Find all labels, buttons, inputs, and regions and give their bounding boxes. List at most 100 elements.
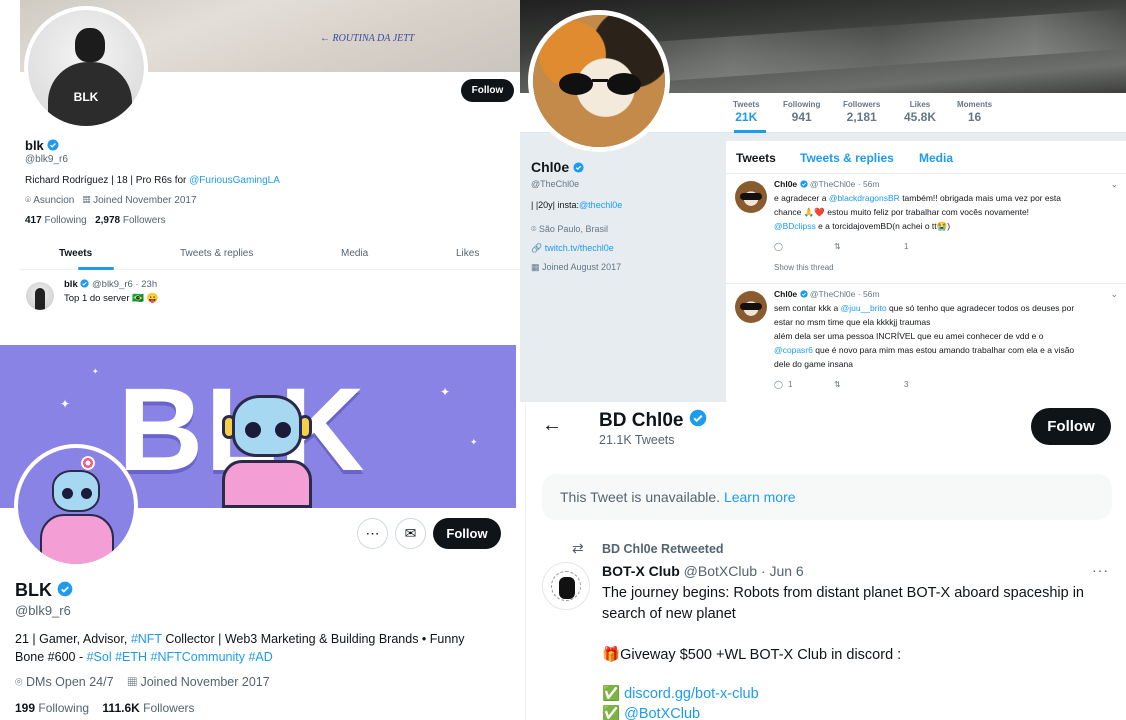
mention-link[interactable]: @BDclipss [774,221,816,231]
stat-likes[interactable]: Likes 45.8K [904,100,936,124]
tweet-author-handle: @TheChl0e [809,179,856,189]
stat-followers[interactable]: Followers 2,181 [843,100,880,124]
follow-button[interactable]: Follow [461,79,514,102]
learn-more-link[interactable]: Learn more [724,489,796,505]
mention-link[interactable]: @copasr6 [774,345,813,355]
avatar-text: BLK [73,90,99,104]
following-count: 417 [25,215,42,226]
calendar-icon: ▦ [82,195,91,206]
followers-link[interactable]: 2,978 Followers [95,215,166,226]
tweet-text: search of new planet [602,606,736,622]
chevron-down-icon[interactable]: ⌄ [1110,289,1118,300]
tab-tweets-replies[interactable]: Tweets & replies [180,248,253,259]
tweet-text: que é novo para mim mas estou amando tra… [812,345,1075,355]
website-row: 🔗 twitch.tv/thechl0e [531,243,614,254]
location-icon: ⌾ [15,675,23,689]
tweet-text: além dela ser uma pessoa INCRÍVEL que eu… [774,331,1044,341]
chevron-down-icon[interactable]: ⌄ [1110,179,1118,190]
tweet-author-name[interactable]: BOT-X Club [602,563,680,579]
like-count[interactable]: 3 [904,380,908,389]
profile-avatar[interactable]: BLK [24,6,148,130]
more-options-icon[interactable]: ⋯ [357,518,388,549]
following-link[interactable]: 199 Following [15,701,89,715]
tweet-author-name[interactable]: blk [64,279,78,290]
stat-label: Following [783,100,821,109]
reply-count[interactable]: 1 [788,380,792,389]
reply-icon[interactable]: ◯ [774,242,783,251]
tweet-time[interactable]: · 56m [858,179,880,189]
follow-button[interactable]: Follow [433,518,501,549]
hashtag-link[interactable]: #NFT [131,632,162,646]
profile-avatar[interactable] [528,10,670,152]
hashtag-links[interactable]: #Sol #ETH #NFTCommunity #AD [87,650,273,664]
tweet-time[interactable]: · Jun 6 [761,563,804,579]
show-thread-link[interactable]: Show this thread [774,263,834,272]
discord-link[interactable]: discord.gg/bot-x-club [624,686,759,702]
handle: @blk9_r6 [15,603,71,618]
tab-media[interactable]: Media [919,151,953,165]
stat-tweets[interactable]: Tweets 21K [733,100,760,124]
retweet-icon[interactable]: ⇅ [834,242,841,251]
tweet-author-name[interactable]: Chl0e [774,289,797,299]
tweet-text: Giveway $500 +WL BOT-X Club in discord : [620,647,902,663]
tweet-author-handle: @TheChl0e [809,289,856,299]
tab-likes[interactable]: Likes [456,248,479,259]
tweet-text-line: sem contar kkk a @juu__brito que só tenh… [774,303,1074,313]
mention-link[interactable]: @juu__brito [841,303,887,313]
website-link[interactable]: twitch.tv/thechl0e [545,243,614,253]
follow-button[interactable]: Follow [1031,408,1111,445]
display-name-text: BD Chl0e [599,410,684,431]
tweet-avatar[interactable] [735,181,767,213]
active-stat-indicator [734,130,766,133]
retweeted-by-label[interactable]: BD Chl0e Retweeted [602,542,724,556]
tweet-text-line: dele do game insana [774,359,853,369]
bio-text: Collector | Web3 Marketing & Building Br… [161,632,465,646]
display-name-text: Chl0e [531,159,570,175]
stat-value: 941 [791,110,812,124]
tweet-avatar[interactable] [542,562,590,610]
tweet-author-name[interactable]: Chl0e [774,179,797,189]
mention-link[interactable]: @blackdragonsBR [829,193,900,203]
tweet-avatar[interactable] [26,282,54,310]
tweet-avatar[interactable] [735,291,767,323]
tab-tweets-replies[interactable]: Tweets & replies [800,151,894,165]
reply-icon[interactable]: ◯ [774,380,783,389]
tweet-time[interactable]: · 23h [135,279,157,290]
gift-icon: 🎁 [602,647,621,663]
bio-mention-link[interactable]: @FuriousGamingLA [189,175,280,186]
following-link[interactable]: 417 Following [25,215,87,226]
profile-meta: ⌾ DMs Open 24/7 ▦ Joined November 2017 [15,675,270,690]
like-count[interactable]: 1 [904,242,908,251]
stat-label: Moments [957,100,993,109]
bio-mention-link[interactable]: @thechl0e [579,200,622,210]
stat-label: Likes [909,100,931,109]
tab-tweets[interactable]: Tweets [736,151,776,165]
tab-media[interactable]: Media [341,248,368,259]
profile-avatar[interactable] [14,444,138,568]
bio-text: 21 | Gamer, Advisor, [15,632,131,646]
stat-label: Followers [843,100,881,109]
followers-label: Followers [143,701,195,715]
tweet-item[interactable]: Chl0e @TheChl0e · 56m ⌄ e agradecer a @b… [726,175,1126,284]
tweet-time[interactable]: · 56m [858,289,880,299]
stat-value: 45.8K [904,110,937,124]
message-icon[interactable]: ✉ [395,518,426,549]
followers-link[interactable]: 111.6K Followers [102,701,194,715]
check-mark-icon: ✅ [602,706,621,720]
stat-moments[interactable]: Moments 16 [957,100,992,124]
mention-link[interactable]: @BotXClub [624,706,700,720]
back-arrow-icon[interactable]: ← [542,414,562,437]
retweet-icon[interactable]: ⇅ [834,380,841,389]
stat-following[interactable]: Following 941 [783,100,820,124]
profile-panel-bd-chl0e: ← BD Chl0e 21.1K Tweets Follow This Twee… [525,402,1126,720]
sparkle-icon: ✦ [60,397,71,411]
more-options-icon[interactable]: ··· [1092,562,1109,578]
verified-badge-icon [799,290,808,298]
tab-tweets[interactable]: Tweets [59,248,92,259]
display-name: blk [25,138,59,153]
display-name: BLK [15,580,73,601]
check-mark-icon: ✅ [602,686,621,702]
tweet-header: blk @blk9_r6 · 23h [64,279,157,290]
tweet-item[interactable]: Chl0e @TheChl0e · 56m ⌄ sem contar kkk a… [726,285,1126,402]
tweet-header: Chl0e @TheChl0e · 56m [774,179,880,189]
